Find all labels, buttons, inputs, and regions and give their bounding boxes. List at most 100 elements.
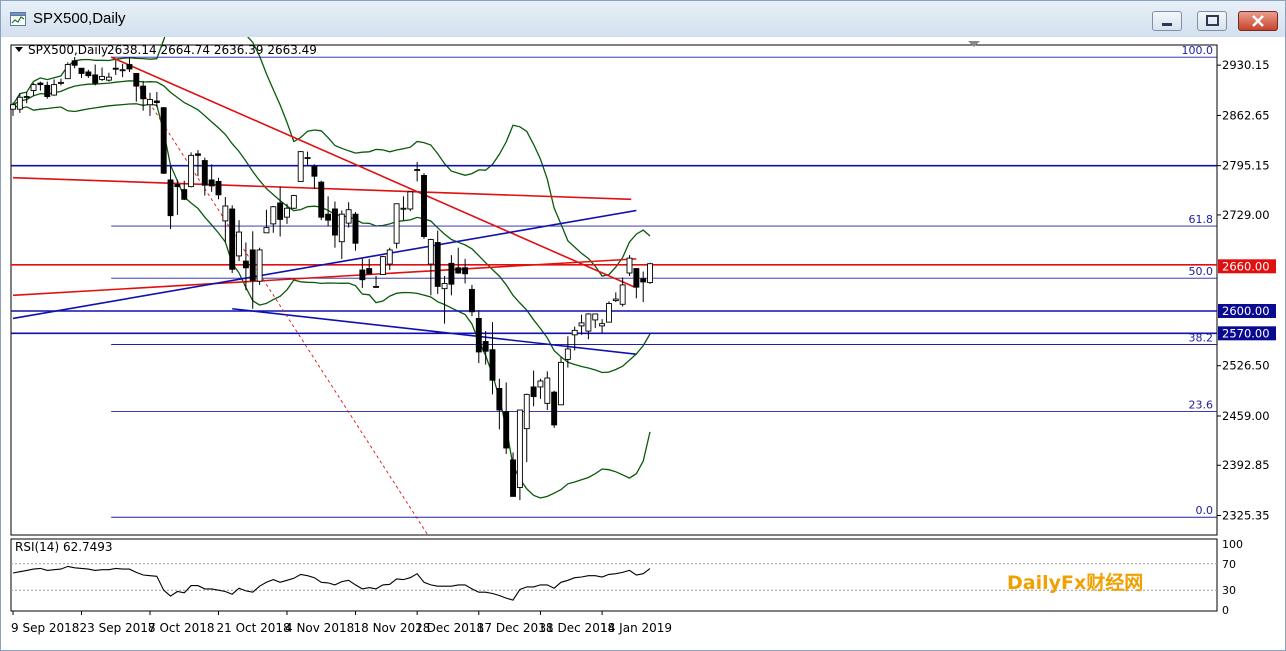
candle[interactable] bbox=[229, 205, 236, 274]
candle-body bbox=[229, 208, 236, 270]
candle[interactable] bbox=[188, 152, 195, 188]
candle-body bbox=[44, 84, 51, 97]
chart-background bbox=[1, 37, 1285, 650]
candle-body bbox=[503, 411, 510, 449]
candle-body bbox=[564, 348, 571, 360]
candle-body bbox=[263, 227, 270, 234]
candle[interactable] bbox=[558, 357, 564, 406]
candle-body bbox=[338, 213, 345, 243]
candle-body bbox=[592, 313, 599, 321]
time-axis-label: 4 Nov 2018 bbox=[285, 621, 354, 635]
fib-level-label: 0.0 bbox=[1196, 504, 1214, 517]
candle-body bbox=[284, 207, 290, 218]
candle-body bbox=[516, 409, 523, 488]
candle[interactable] bbox=[606, 301, 612, 323]
restore-button[interactable] bbox=[1197, 11, 1227, 31]
price-axis-label: 2459.00 bbox=[1222, 409, 1270, 423]
candle-body bbox=[537, 380, 544, 388]
candle-body bbox=[599, 323, 606, 327]
candle[interactable] bbox=[64, 62, 71, 80]
candle[interactable] bbox=[647, 262, 653, 284]
candle-body bbox=[551, 391, 558, 426]
candle-body bbox=[462, 267, 469, 275]
price-axis-label: 2392.85 bbox=[1222, 458, 1270, 472]
candle-body bbox=[71, 60, 78, 66]
price-tag-label: 2570.00 bbox=[1222, 326, 1270, 340]
candle-body bbox=[92, 74, 99, 84]
candle-body bbox=[215, 180, 222, 196]
candle-body bbox=[51, 84, 58, 96]
candle-body bbox=[318, 181, 325, 218]
candle-body bbox=[523, 393, 530, 430]
candle-body bbox=[640, 278, 647, 283]
chart-area: 100.061.850.038.223.60.02930.152862.6527… bbox=[1, 37, 1285, 650]
rsi-axis-label: 0 bbox=[1222, 604, 1229, 617]
candle-body bbox=[167, 179, 174, 217]
candle-body bbox=[352, 213, 359, 244]
rsi-axis-label: 100 bbox=[1222, 538, 1243, 551]
candle-body bbox=[64, 64, 71, 80]
candle-body bbox=[147, 99, 153, 106]
candle-body bbox=[427, 239, 434, 265]
time-axis-label: 7 Oct 2018 bbox=[148, 621, 215, 635]
candle-body bbox=[571, 329, 578, 336]
candle-body bbox=[345, 209, 352, 224]
candle[interactable] bbox=[469, 284, 475, 317]
candle[interactable] bbox=[551, 390, 558, 428]
candle-body bbox=[647, 263, 653, 284]
candle-body bbox=[242, 260, 249, 269]
candle-body bbox=[386, 249, 393, 265]
price-axis-label: 2930.15 bbox=[1222, 58, 1270, 72]
fib-level-label: 100.0 bbox=[1182, 44, 1214, 57]
minimize-button[interactable] bbox=[1152, 11, 1182, 31]
candle-body bbox=[222, 205, 229, 222]
candle[interactable] bbox=[379, 255, 386, 275]
candle-body bbox=[297, 151, 304, 182]
candle[interactable] bbox=[256, 247, 263, 285]
candle-body bbox=[10, 104, 16, 110]
candle-body bbox=[366, 268, 373, 275]
candle-body bbox=[421, 175, 427, 237]
candle-body bbox=[153, 100, 160, 103]
candle-body bbox=[606, 303, 612, 323]
candle-body bbox=[277, 202, 284, 220]
close-button[interactable] bbox=[1238, 11, 1278, 31]
candle-body bbox=[400, 207, 407, 210]
chart-window: SPX500,Daily 100.0 61.8 50.0 38.2 23.6 0.0 293… bbox=[0, 0, 1286, 651]
price-axis-label: 2862.65 bbox=[1222, 108, 1270, 122]
candle[interactable] bbox=[160, 106, 167, 174]
candle[interactable] bbox=[318, 180, 325, 221]
fib-level-label: 50.0 bbox=[1189, 265, 1214, 278]
candle[interactable] bbox=[421, 173, 427, 239]
candle-body bbox=[23, 96, 30, 98]
candle-body bbox=[530, 386, 537, 398]
rsi-axis-label: 70 bbox=[1222, 558, 1236, 571]
candle-body bbox=[58, 81, 64, 84]
price-panel-ohlc: 2638.14 2664.74 2636.39 2663.49 bbox=[107, 43, 317, 57]
rsi-axis-label: 30 bbox=[1222, 584, 1236, 597]
candle[interactable] bbox=[407, 191, 414, 212]
candle-body bbox=[99, 75, 106, 80]
candle-body bbox=[414, 169, 421, 171]
candle-body bbox=[379, 256, 386, 275]
candle-body bbox=[325, 213, 332, 221]
time-axis-label: 9 Sep 2018 bbox=[11, 621, 79, 635]
candle[interactable] bbox=[626, 255, 633, 276]
chart-window-icon bbox=[10, 12, 26, 26]
candle[interactable] bbox=[393, 203, 400, 249]
candle-body bbox=[160, 107, 167, 174]
candle-body bbox=[16, 96, 23, 110]
candle[interactable] bbox=[290, 194, 297, 209]
candle-body bbox=[407, 191, 414, 210]
title-bar[interactable]: SPX500,Daily bbox=[1, 1, 1285, 37]
candle-body bbox=[489, 349, 496, 381]
candle-body bbox=[332, 208, 338, 236]
candle-body bbox=[544, 377, 551, 404]
candle-body bbox=[619, 284, 626, 305]
candle[interactable] bbox=[516, 409, 523, 501]
price-axis-label: 2526.50 bbox=[1222, 359, 1270, 373]
candle-body bbox=[256, 249, 263, 282]
candle[interactable] bbox=[297, 150, 304, 182]
candle-body bbox=[448, 262, 455, 285]
rsi-panel-header: RSI(14) 62.7493 bbox=[15, 540, 113, 554]
